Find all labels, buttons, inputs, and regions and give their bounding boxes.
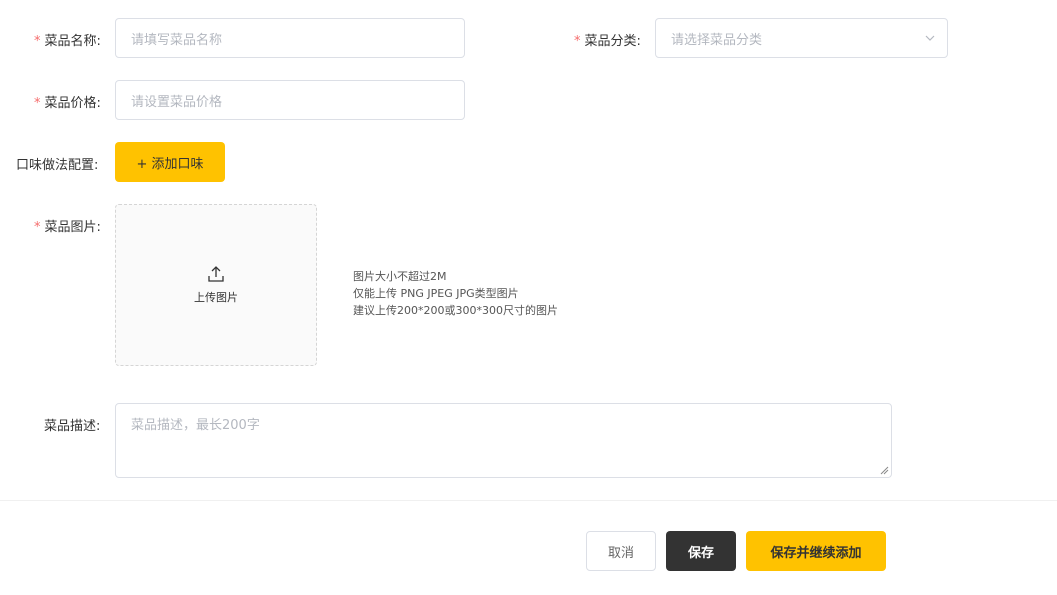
- resize-handle-icon[interactable]: [880, 466, 889, 475]
- description-label: 菜品描述:: [44, 419, 101, 434]
- hint-size: 图片大小不超过2M: [353, 270, 447, 283]
- chevron-down-icon: [925, 35, 935, 41]
- required-mark: *: [34, 220, 41, 235]
- flavor-label: 口味做法配置:: [16, 158, 99, 173]
- image-label: * 菜品图片:: [34, 220, 101, 235]
- hint-dimension: 建议上传200*200或300*300尺寸的图片: [353, 304, 558, 317]
- name-label: * 菜品名称:: [34, 34, 101, 49]
- upload-hints: 图片大小不超过2M 仅能上传 PNG JPEG JPG类型图片 建议上传200*…: [353, 268, 558, 319]
- category-select[interactable]: 请选择菜品分类: [655, 18, 948, 58]
- required-mark: *: [34, 34, 41, 49]
- upload-icon: [208, 266, 224, 282]
- hint-format: 仅能上传 PNG JPEG JPG类型图片: [353, 287, 519, 300]
- category-label: * 菜品分类:: [574, 34, 641, 49]
- category-placeholder: 请选择菜品分类: [671, 32, 763, 48]
- dish-name-placeholder: 请填写菜品名称: [131, 32, 223, 48]
- dish-name-input[interactable]: 请填写菜品名称: [115, 18, 465, 58]
- footer-divider: [0, 500, 1057, 501]
- price-input[interactable]: 请设置菜品价格: [115, 80, 465, 120]
- cancel-button[interactable]: 取消: [586, 531, 656, 571]
- upload-label: 上传图片: [194, 291, 238, 304]
- add-flavor-button[interactable]: + 添加口味: [115, 142, 225, 182]
- required-mark: *: [574, 34, 581, 49]
- save-and-continue-button[interactable]: 保存并继续添加: [746, 531, 886, 571]
- image-upload-area[interactable]: 上传图片: [115, 204, 317, 366]
- save-button[interactable]: 保存: [666, 531, 736, 571]
- description-placeholder: 菜品描述，最长200字: [131, 418, 260, 433]
- price-placeholder: 请设置菜品价格: [131, 94, 223, 110]
- required-mark: *: [34, 96, 41, 111]
- price-label: * 菜品价格:: [34, 96, 101, 111]
- description-textarea[interactable]: 菜品描述，最长200字: [115, 403, 892, 478]
